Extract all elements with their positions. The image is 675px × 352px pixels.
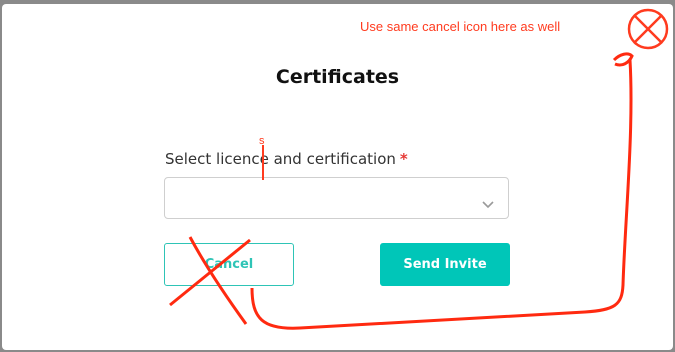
modal-title: Certificates bbox=[275, 66, 400, 88]
licence-field-label-text: Select licence and certification bbox=[165, 150, 396, 168]
annotation-note: Use same cancel icon here as well bbox=[360, 19, 561, 34]
licence-field-label: Select licence and certification * bbox=[165, 150, 408, 168]
required-marker: * bbox=[399, 150, 408, 168]
licence-select[interactable] bbox=[164, 177, 509, 219]
close-icon[interactable] bbox=[626, 7, 670, 55]
cancel-button[interactable]: Cancel bbox=[164, 243, 294, 286]
chevron-down-icon bbox=[482, 194, 494, 213]
annotation-inserted-letter: s bbox=[259, 135, 265, 147]
send-invite-button[interactable]: Send Invite bbox=[380, 243, 510, 286]
